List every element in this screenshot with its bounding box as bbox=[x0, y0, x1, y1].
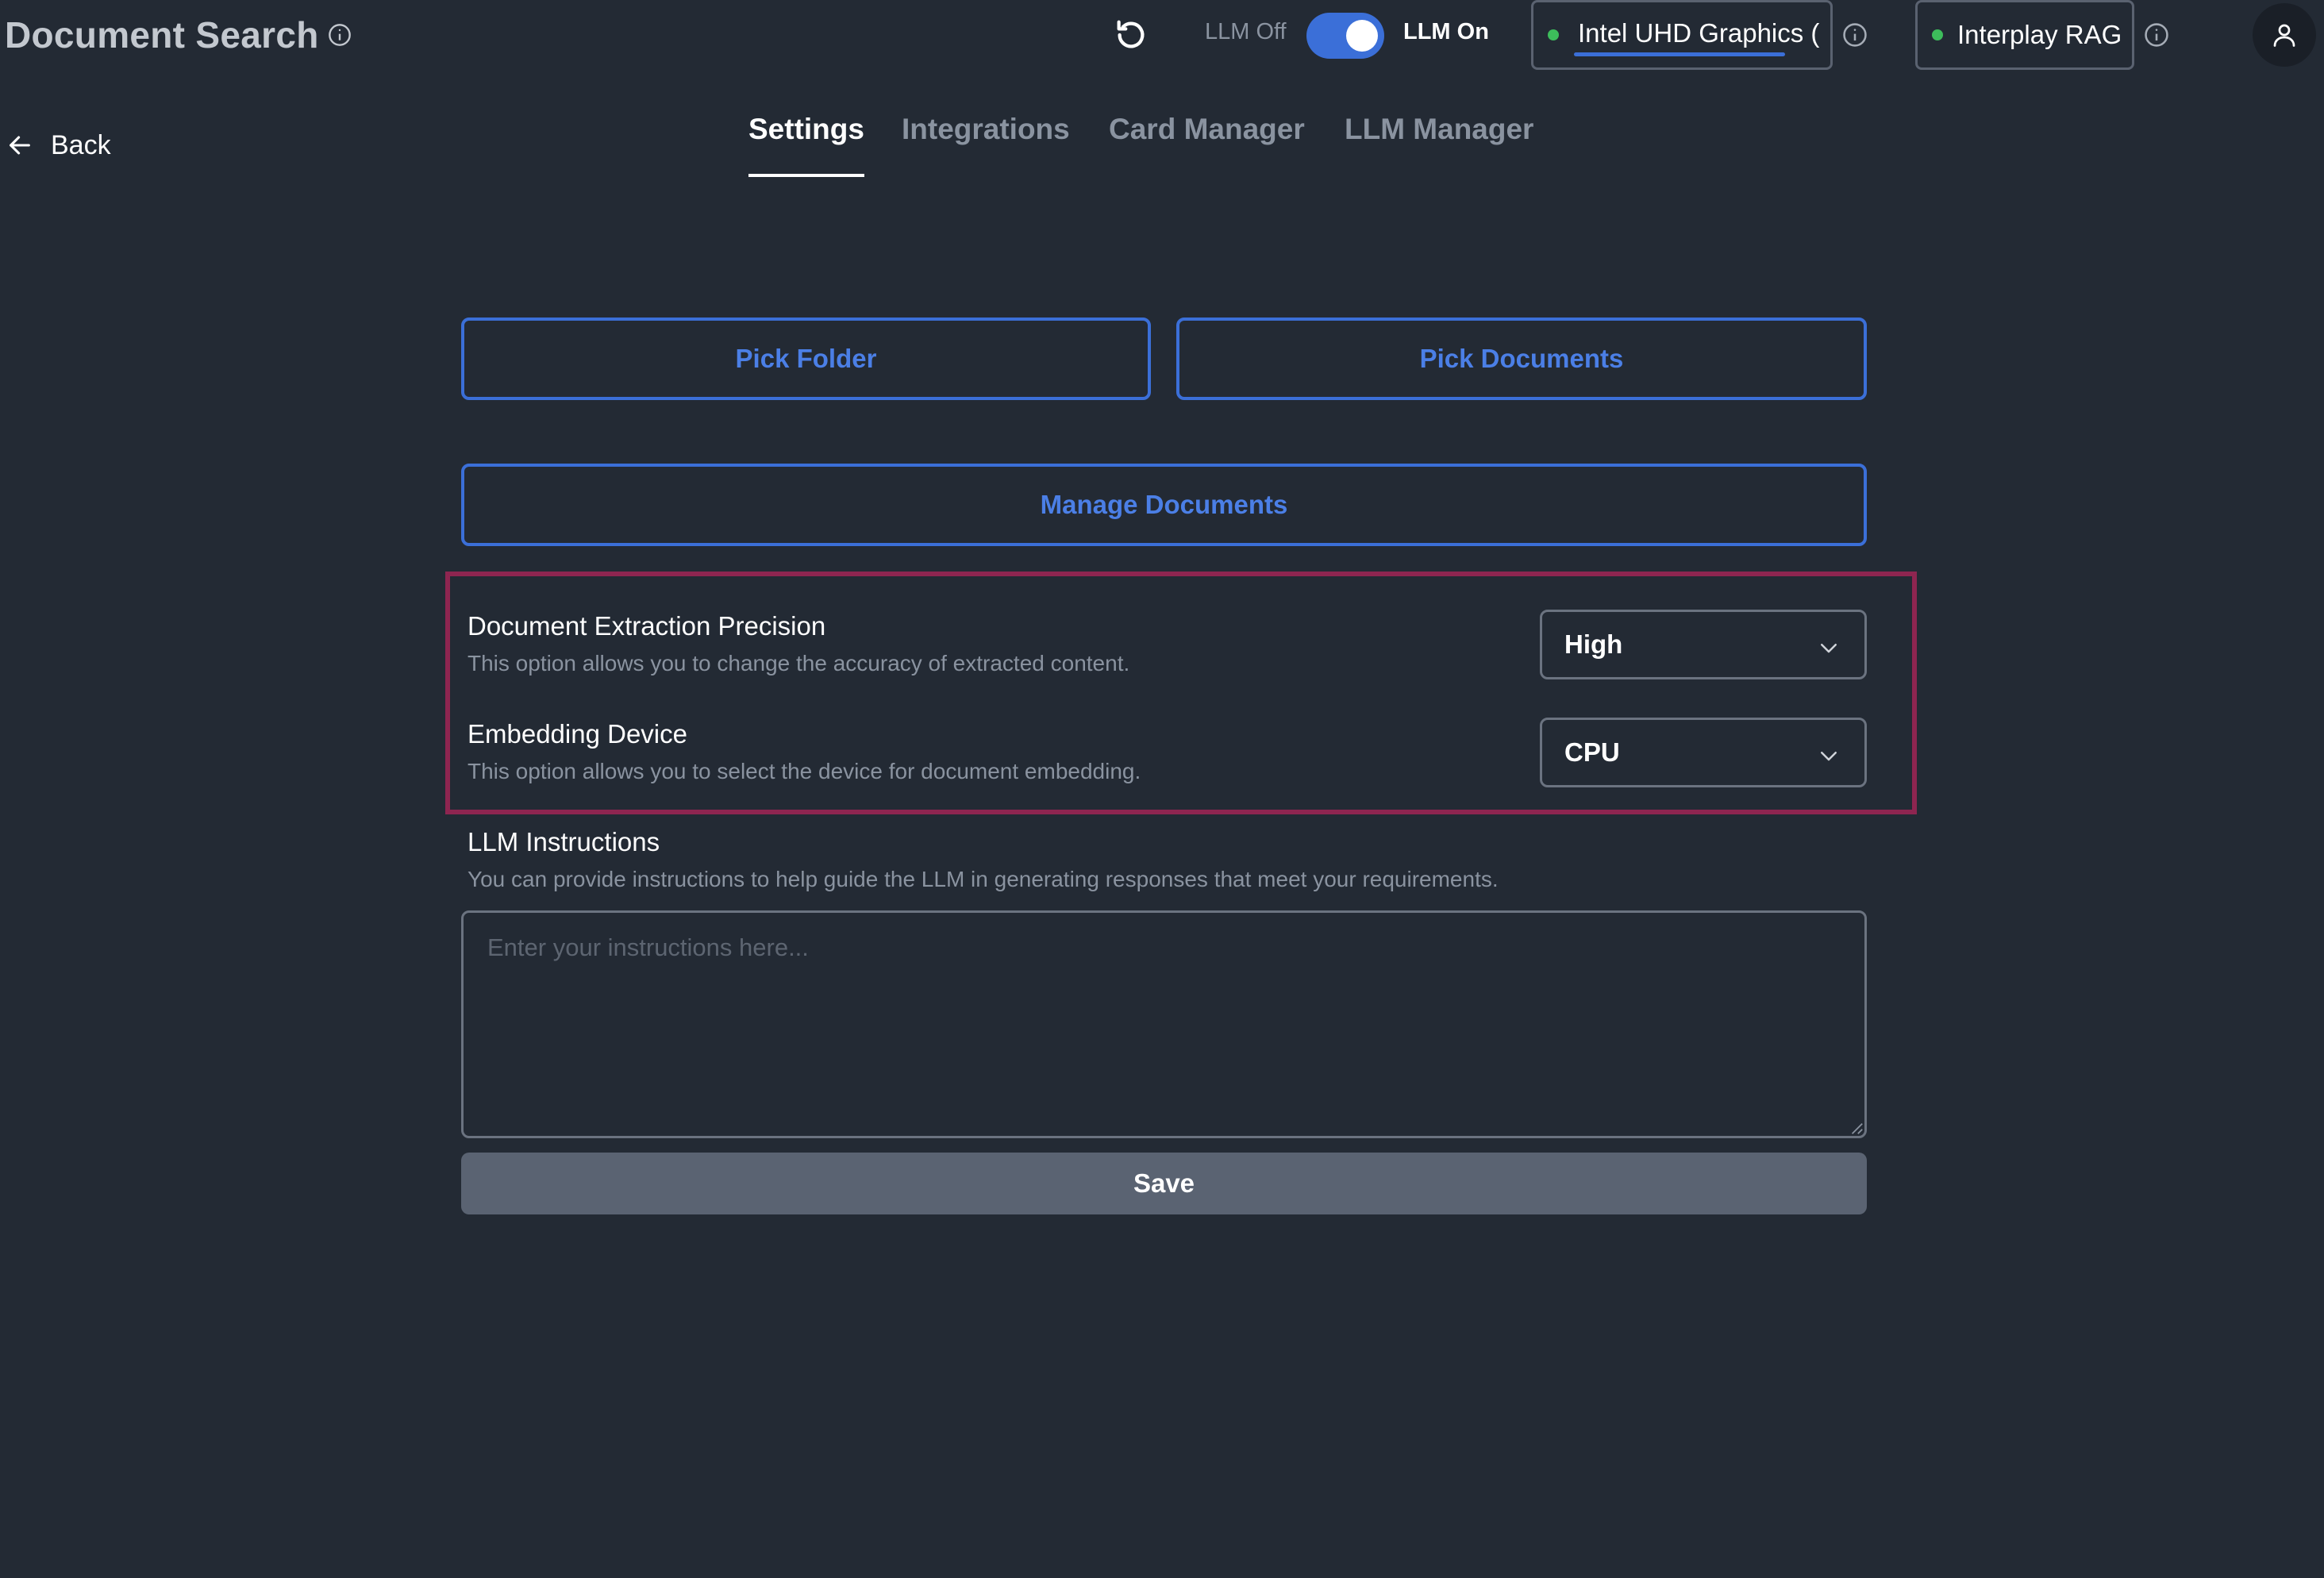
device-status-dot bbox=[1548, 29, 1559, 40]
app-title-text: Document Search bbox=[5, 14, 319, 56]
tab-card-manager[interactable]: Card Manager bbox=[1109, 113, 1305, 176]
chevron-down-icon bbox=[1821, 644, 1837, 653]
manage-documents-button[interactable]: Manage Documents bbox=[461, 464, 1867, 546]
extraction-precision-select[interactable]: High bbox=[1540, 610, 1867, 679]
rag-selector[interactable]: Interplay RAG bbox=[1915, 0, 2134, 70]
save-button[interactable]: Save bbox=[461, 1153, 1867, 1214]
info-icon[interactable] bbox=[327, 22, 352, 48]
rag-status-dot bbox=[1932, 29, 1943, 40]
back-button[interactable]: Back bbox=[6, 125, 111, 165]
rag-name: Interplay RAG bbox=[1957, 20, 2122, 49]
tab-settings[interactable]: Settings bbox=[748, 113, 864, 177]
rag-info-icon[interactable] bbox=[2143, 21, 2170, 48]
refresh-icon[interactable] bbox=[1110, 11, 1152, 59]
pick-documents-button[interactable]: Pick Documents bbox=[1176, 318, 1867, 400]
embedding-device-title: Embedding Device bbox=[467, 719, 687, 749]
embedding-device-value: CPU bbox=[1564, 737, 1620, 767]
resize-handle-icon[interactable] bbox=[1849, 1121, 1864, 1135]
settings-page: Document Search LLM Off LLM On Intel UHD… bbox=[0, 0, 2324, 1578]
extraction-precision-title: Document Extraction Precision bbox=[467, 611, 826, 641]
back-label: Back bbox=[51, 129, 111, 160]
tab-llm-manager[interactable]: LLM Manager bbox=[1345, 113, 1533, 176]
embedding-device-select[interactable]: CPU bbox=[1540, 718, 1867, 787]
llm-instructions-description: You can provide instructions to help gui… bbox=[467, 867, 1499, 891]
embedding-device-description: This option allows you to select the dev… bbox=[467, 759, 1141, 783]
user-avatar-icon[interactable] bbox=[2253, 3, 2316, 67]
tab-integrations[interactable]: Integrations bbox=[902, 113, 1070, 176]
device-selector[interactable]: Intel UHD Graphics ( bbox=[1531, 0, 1833, 70]
llm-toggle[interactable] bbox=[1306, 13, 1384, 59]
extraction-precision-description: This option allows you to change the acc… bbox=[467, 651, 1130, 675]
toggle-knob bbox=[1346, 20, 1378, 52]
llm-instructions-input[interactable] bbox=[461, 910, 1867, 1138]
app-title: Document Search bbox=[5, 11, 352, 59]
llm-on-label: LLM On bbox=[1403, 19, 1489, 44]
device-info-icon[interactable] bbox=[1841, 21, 1868, 48]
llm-off-label: LLM Off bbox=[1205, 19, 1287, 44]
chevron-down-icon bbox=[1821, 752, 1837, 761]
pick-folder-button[interactable]: Pick Folder bbox=[461, 318, 1151, 400]
device-name: Intel UHD Graphics ( bbox=[1578, 18, 1820, 48]
extraction-precision-value: High bbox=[1564, 629, 1623, 659]
llm-instructions-title: LLM Instructions bbox=[467, 827, 660, 856]
device-underline bbox=[1574, 52, 1785, 56]
arrow-left-icon bbox=[10, 136, 30, 155]
